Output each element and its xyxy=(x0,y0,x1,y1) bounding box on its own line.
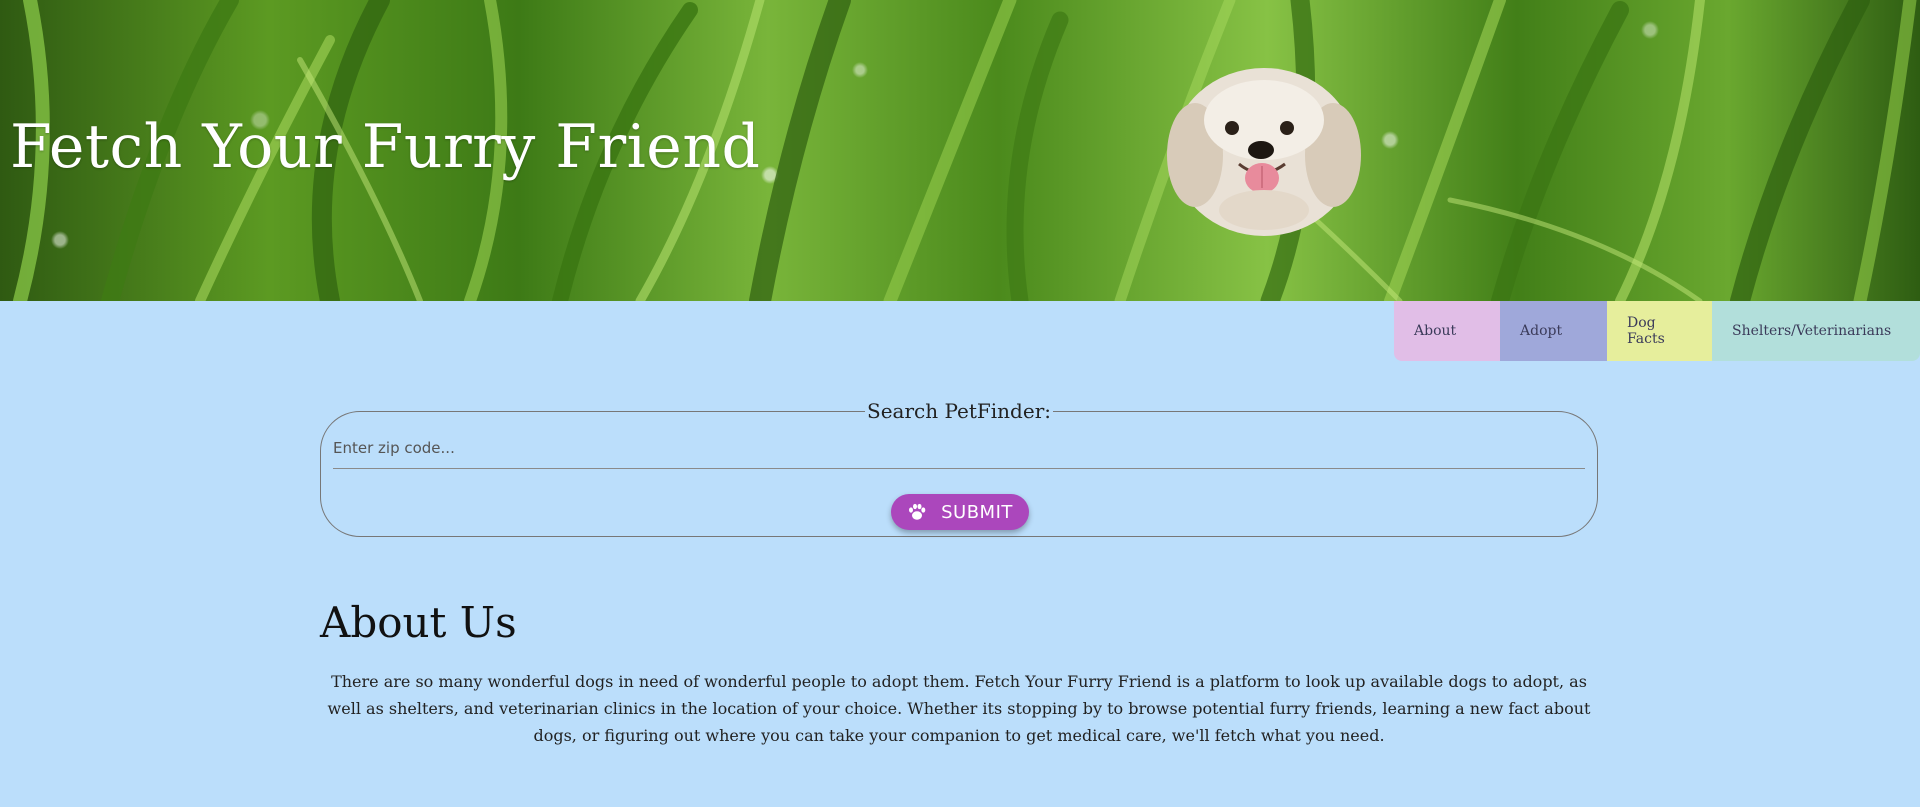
search-legend: Search PetFinder: xyxy=(865,399,1053,423)
zip-code-input[interactable] xyxy=(333,428,1585,469)
paw-icon xyxy=(909,503,926,520)
site-title: Fetch Your Furry Friend xyxy=(10,112,761,182)
nav-link-about[interactable]: About xyxy=(1394,301,1500,361)
about-paragraph: There are so many wonderful dogs in need… xyxy=(327,672,1591,745)
nav-link-dog-facts[interactable]: Dog Facts xyxy=(1607,301,1712,361)
submit-button[interactable]: SUBMIT xyxy=(891,494,1029,530)
hero-banner: Fetch Your Furry Friend xyxy=(0,0,1920,301)
search-form: Search PetFinder: SUBMIT xyxy=(320,399,1598,537)
dog-face-image xyxy=(1167,68,1361,236)
nav-link-shelters-veterinarians[interactable]: Shelters/Veterinarians xyxy=(1712,301,1920,361)
nav-link-adopt[interactable]: Adopt xyxy=(1500,301,1607,361)
main-nav: About Adopt Dog Facts Shelters/Veterinar… xyxy=(1394,301,1920,361)
about-heading: About Us xyxy=(320,598,517,647)
submit-button-label: SUBMIT xyxy=(941,501,1013,523)
